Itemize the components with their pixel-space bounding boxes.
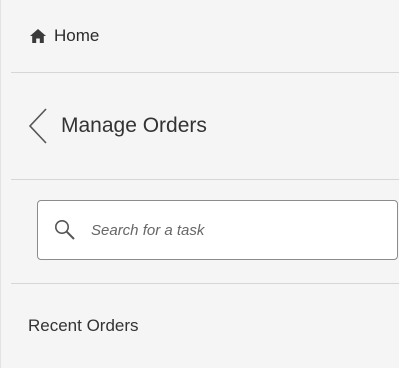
recent-orders-label: Recent Orders: [28, 316, 139, 335]
search-section: [1, 180, 399, 283]
chevron-left-icon: [27, 106, 49, 146]
back-to-manage-orders[interactable]: Manage Orders: [1, 73, 399, 179]
recent-orders-item[interactable]: Recent Orders: [1, 284, 399, 368]
page-title: Manage Orders: [61, 114, 207, 137]
home-icon: [29, 28, 47, 44]
search-input[interactable]: [91, 221, 371, 239]
home-link[interactable]: Home: [1, 0, 399, 72]
home-label: Home: [54, 26, 100, 45]
navigation-panel: Home Manage Orders Recent Orders: [0, 0, 399, 368]
search-icon: [53, 218, 77, 242]
search-box[interactable]: [37, 200, 398, 260]
